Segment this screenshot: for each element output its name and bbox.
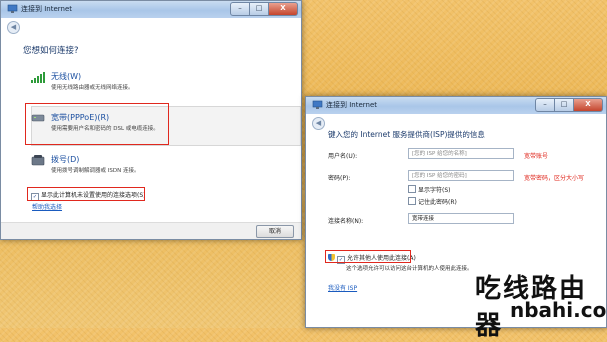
username-input[interactable]: [您的 ISP 给您的名称] <box>408 148 514 159</box>
option-dialup-desc: 使用拨号调制解调器或 ISDN 连接。 <box>51 168 140 174</box>
option-dialup-title[interactable]: 拨号(D) <box>51 154 79 165</box>
show-chars-label: 显示字符(S) <box>418 187 451 194</box>
username-label: 用户名(U): <box>328 153 358 160</box>
minimize-button[interactable]: – <box>230 2 250 16</box>
window-title: 连接到 Internet <box>21 5 73 13</box>
highlight-box-checkbox <box>27 187 145 201</box>
no-isp-link[interactable]: 我没有 ISP <box>328 283 357 292</box>
back-arrow-icon[interactable]: ◀ <box>7 21 20 34</box>
show-chars-checkbox[interactable] <box>408 185 416 193</box>
help-me-choose-link[interactable]: 帮助我选择 <box>32 202 62 211</box>
dialup-phone-icon <box>31 155 45 166</box>
remember-password-row[interactable]: 记住此密码(R) <box>408 197 457 206</box>
page-heading: 您想如何连接? <box>23 46 79 56</box>
highlight-box-allow-others <box>325 250 411 263</box>
remember-password-label: 记住此密码(R) <box>418 199 457 206</box>
show-chars-row[interactable]: 显示字符(S) <box>408 185 451 194</box>
maximize-button[interactable]: □ <box>555 98 574 112</box>
close-button[interactable]: X <box>574 98 603 112</box>
password-label: 密码(P): <box>328 175 351 182</box>
close-button[interactable]: X <box>269 2 298 16</box>
network-icon <box>7 4 18 13</box>
minimize-button[interactable]: – <box>535 98 555 112</box>
allow-others-desc: 这个选项允许可以访问这台计算机的人使用此连接。 <box>346 266 473 272</box>
title-bar[interactable]: 连接到 Internet – □ X <box>306 97 606 114</box>
watermark-url: nbahi.com <box>510 298 607 322</box>
cancel-button[interactable]: 取消 <box>256 225 294 238</box>
password-input[interactable]: [您的 ISP 给您的密码] <box>408 170 514 181</box>
password-note: 宽带密码，区分大小写 <box>524 175 585 182</box>
window-controls: – □ X <box>535 98 603 112</box>
window-controls: – □ X <box>230 2 298 16</box>
back-arrow-icon[interactable]: ◀ <box>312 117 325 130</box>
option-wireless-title[interactable]: 无线(W) <box>51 71 81 82</box>
wireless-signal-icon <box>31 72 45 83</box>
remember-password-checkbox[interactable] <box>408 197 416 205</box>
maximize-button[interactable]: □ <box>250 2 269 16</box>
highlight-box-broadband <box>25 103 169 145</box>
connect-to-internet-window-left: 连接到 Internet – □ X ◀ 您想如何连接? 无线(W) 使用无线路… <box>0 0 302 240</box>
window-title: 连接到 Internet <box>326 101 378 109</box>
connection-name-label: 连接名称(N): <box>328 218 364 225</box>
window-footer: 取消 <box>1 222 301 239</box>
username-note: 宽带账号 <box>524 153 549 160</box>
network-icon <box>312 100 323 109</box>
option-wireless-desc: 使用无线路由器或无线网络连接。 <box>51 85 134 91</box>
connection-name-input[interactable]: 宽带连接 <box>408 213 514 224</box>
title-bar[interactable]: 连接到 Internet – □ X <box>1 1 301 18</box>
page-heading: 键入您的 Internet 服务提供商(ISP)提供的信息 <box>328 130 485 139</box>
